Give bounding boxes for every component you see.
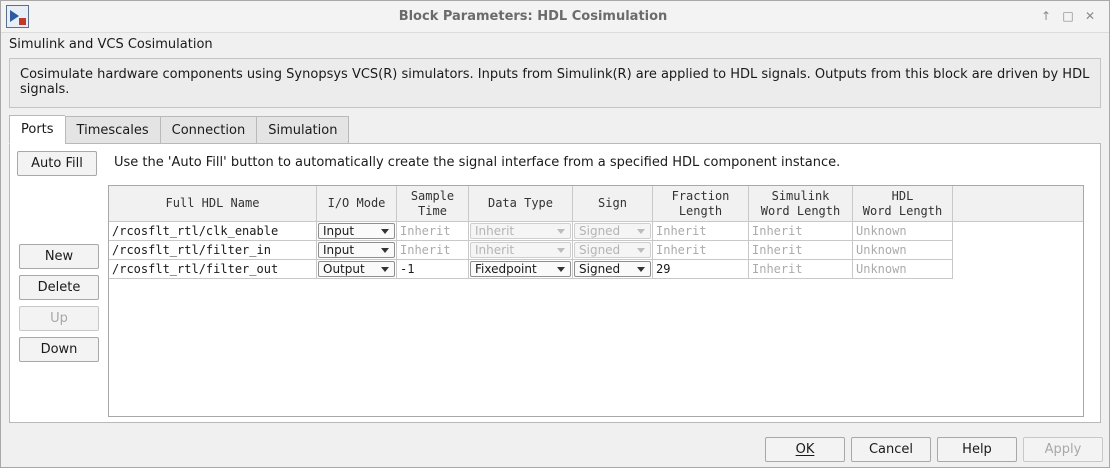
cell-simulink-word-length: Inherit [749,260,853,279]
tab-timescales[interactable]: Timescales [64,116,160,144]
io-mode-dropdown[interactable]: Input [318,223,395,239]
cell-data-type: Fixedpoint [469,260,573,279]
apply-button[interactable]: Apply [1023,437,1103,462]
io-mode-value: Input [323,243,355,257]
keep-above-icon[interactable]: ↑ [1039,8,1053,24]
data-type-dropdown: Inherit [470,242,571,258]
tab-connection[interactable]: Connection [159,116,257,144]
column-header-simulink-word-length[interactable]: Simulink Word Length [749,186,853,222]
tab-ports[interactable]: Ports [9,115,65,144]
table-row[interactable]: /rcosflt_rtl/filter_in Input Inherit Inh… [109,241,953,260]
maximize-icon[interactable]: □ [1061,8,1075,24]
chevron-down-icon [557,229,565,234]
column-header-fraction-length-label: Fraction Length [671,188,730,218]
io-mode-dropdown[interactable]: Input [318,242,395,258]
sign-value: Signed [579,224,621,238]
chevron-down-icon [381,267,389,272]
sign-dropdown: Signed [574,242,651,258]
close-icon[interactable]: ✕ [1083,8,1097,24]
column-header-sample-time[interactable]: Sample Time [397,186,469,222]
chevron-down-icon [637,248,645,253]
cell-full-hdl-name[interactable]: /rcosflt_rtl/filter_in [109,241,317,260]
chevron-down-icon [557,248,565,253]
data-type-value: Inherit [475,224,515,238]
cell-hdl-word-length: Unknown [853,222,953,241]
cell-sign: Signed [573,260,653,279]
cell-io-mode: Input [317,241,397,260]
data-type-value: Fixedpoint [475,262,537,276]
column-header-hdl-word-length-label: HDL Word Length [862,188,943,218]
dialog-window: Block Parameters: HDL Cosimulation ↑ □ ✕… [0,0,1110,468]
sign-value: Signed [579,243,621,257]
cell-full-hdl-name[interactable]: /rcosflt_rtl/clk_enable [109,222,317,241]
title-bar[interactable]: Block Parameters: HDL Cosimulation ↑ □ ✕ [1,1,1109,33]
column-header-fraction-length[interactable]: Fraction Length [653,186,749,222]
column-header-sign[interactable]: Sign [573,186,653,222]
auto-fill-hint: Use the 'Auto Fill' button to automatica… [114,155,841,170]
apply-label: Apply [1044,442,1082,457]
io-mode-value: Output [323,262,365,276]
cell-fraction-length[interactable]: 29 [653,260,749,279]
ok-button[interactable]: OK [765,437,845,462]
ok-label: OK [795,442,815,457]
chevron-down-icon [381,229,389,234]
cancel-button[interactable]: Cancel [851,437,931,462]
cell-simulink-word-length: Inherit [749,222,853,241]
auto-fill-button[interactable]: Auto Fill [17,151,97,176]
cell-sample-time: Inherit [397,222,469,241]
column-header-simulink-word-length-label: Simulink Word Length [760,188,841,218]
cell-sign: Signed [573,241,653,260]
cell-hdl-word-length: Unknown [853,260,953,279]
data-type-dropdown[interactable]: Fixedpoint [470,261,571,277]
table-row[interactable]: /rcosflt_rtl/filter_out Output -1 Fixedp… [109,260,953,279]
new-button[interactable]: New [19,244,99,269]
window-title: Block Parameters: HDL Cosimulation [398,9,668,24]
chevron-down-icon [637,229,645,234]
tab-bar: Ports Timescales Connection Simulation [9,115,350,144]
column-header-data-type[interactable]: Data Type [469,186,573,222]
cell-io-mode: Output [317,260,397,279]
sign-dropdown: Signed [574,223,651,239]
sign-value: Signed [579,262,621,276]
data-type-dropdown: Inherit [470,223,571,239]
block-description: Cosimulate hardware components using Syn… [9,58,1101,108]
help-label: Help [962,442,992,457]
cell-fraction-length: Inherit [653,241,749,260]
column-header-hdl-word-length[interactable]: HDL Word Length [853,186,953,222]
data-type-value: Inherit [475,243,515,257]
tab-simulation[interactable]: Simulation [256,116,350,144]
cell-simulink-word-length: Inherit [749,241,853,260]
block-subtitle: Simulink and VCS Cosimulation [9,37,213,52]
cell-hdl-word-length: Unknown [853,241,953,260]
cell-data-type: Inherit [469,241,573,260]
cell-fraction-length: Inherit [653,222,749,241]
up-button[interactable]: Up [19,306,99,331]
cell-io-mode: Input [317,222,397,241]
column-header-io-mode[interactable]: I/O Mode [317,186,397,222]
cancel-label: Cancel [868,442,914,457]
cell-sign: Signed [573,222,653,241]
cell-data-type: Inherit [469,222,573,241]
chevron-down-icon [381,248,389,253]
help-button[interactable]: Help [937,437,1017,462]
ports-table[interactable]: Full HDL Name I/O Mode Sample Time Data … [108,185,1084,417]
table-row[interactable]: /rcosflt_rtl/clk_enable Input Inherit In… [109,222,953,241]
chevron-down-icon [557,267,565,272]
ports-panel: Auto Fill Use the 'Auto Fill' button to … [9,143,1101,423]
chevron-down-icon [637,267,645,272]
io-mode-value: Input [323,224,355,238]
cell-sample-time: Inherit [397,241,469,260]
cell-full-hdl-name[interactable]: /rcosflt_rtl/filter_out [109,260,317,279]
column-header-full-hdl-name[interactable]: Full HDL Name [109,186,317,222]
table-header: Full HDL Name I/O Mode Sample Time Data … [109,186,1083,222]
down-button[interactable]: Down [19,337,99,362]
io-mode-dropdown[interactable]: Output [318,261,395,277]
column-header-sample-time-label: Sample Time [410,188,455,218]
delete-button[interactable]: Delete [19,275,99,300]
cell-sample-time[interactable]: -1 [397,260,469,279]
column-header-filler [953,186,1083,222]
sign-dropdown[interactable]: Signed [574,261,651,277]
